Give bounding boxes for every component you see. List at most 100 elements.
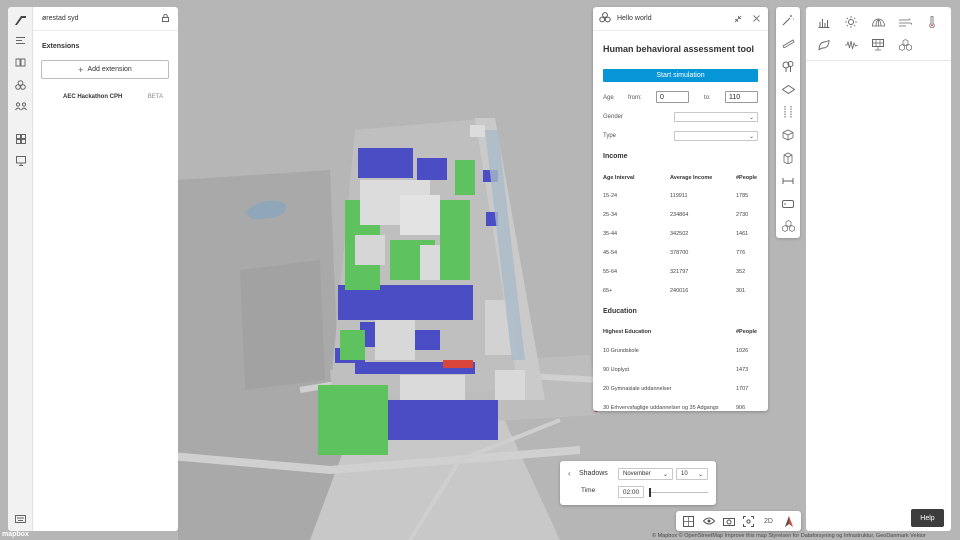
left-rail	[8, 7, 33, 531]
cell-people: 301	[736, 288, 746, 294]
box-icon[interactable]	[780, 127, 796, 143]
tool-strip	[776, 7, 800, 238]
cell-age: 25-34	[603, 212, 618, 218]
cell-people: 906	[736, 405, 746, 411]
sun-icon[interactable]	[844, 15, 858, 29]
shadows-panel: ‹ Shadows November ⌄ 10 ⌄ Time 02:00	[560, 461, 716, 505]
cluster-icon[interactable]	[780, 218, 796, 234]
view-toolbar: 2D	[676, 511, 801, 531]
cell-income: 321797	[670, 269, 689, 275]
lock-icon[interactable]	[162, 13, 169, 24]
add-extension-button[interactable]: + Add extension	[41, 60, 169, 79]
gender-label: Gender	[603, 114, 624, 120]
dome-icon[interactable]	[871, 15, 885, 29]
presentation-icon[interactable]	[13, 153, 28, 168]
map-attribution[interactable]: © Mapbox © OpenStreetMap Improve this ma…	[652, 533, 926, 539]
plus-icon: +	[78, 64, 84, 75]
type-select[interactable]: ⌄	[674, 131, 758, 141]
project-header: ørestad syd	[33, 7, 178, 31]
close-icon[interactable]	[750, 13, 762, 25]
analysis-icons-row-2	[817, 38, 925, 52]
day-select[interactable]: 10 ⌄	[676, 468, 708, 480]
extension-item[interactable]: AEC Hackathon CPH BETA	[63, 94, 163, 100]
education-title: Education	[603, 308, 637, 315]
gender-select[interactable]: ⌄	[674, 112, 758, 122]
cell-people: 1785	[736, 193, 749, 199]
grid-icon[interactable]	[13, 131, 28, 146]
cell-education: 20 Gymnasiale uddannelser	[603, 386, 672, 392]
ruler-icon[interactable]	[780, 35, 796, 51]
income-title: Income	[603, 153, 628, 160]
bar-chart-icon[interactable]	[817, 15, 831, 29]
map-view-icon[interactable]	[681, 514, 696, 528]
magic-wand-icon[interactable]	[780, 12, 796, 28]
time-label: Time	[581, 487, 596, 494]
analysis-panel	[806, 7, 951, 531]
extension-logo-icon	[599, 12, 611, 25]
logo-icon[interactable]	[13, 13, 28, 28]
dimension-icon[interactable]	[780, 104, 796, 120]
solar-panel-icon[interactable]	[871, 38, 885, 52]
chevron-down-icon: ⌄	[748, 114, 754, 121]
eco-icon[interactable]	[817, 38, 831, 52]
beta-badge: BETA	[147, 94, 163, 100]
time-slider-track[interactable]	[650, 492, 708, 493]
building-icon[interactable]	[780, 150, 796, 166]
tree-icon[interactable]	[780, 58, 796, 74]
cell-age: 15-24	[603, 193, 618, 199]
measure-icon[interactable]	[780, 173, 796, 189]
book-icon[interactable]	[13, 55, 28, 70]
help-button[interactable]: Help	[911, 509, 944, 527]
focus-icon[interactable]	[741, 514, 756, 528]
age-label: Age	[603, 95, 614, 101]
microclimate-icon[interactable]	[898, 38, 912, 52]
chevron-down-icon: ⌄	[697, 471, 703, 478]
camera-icon[interactable]	[721, 514, 736, 528]
layer-icon[interactable]	[780, 81, 796, 97]
people-icon[interactable]	[13, 99, 28, 114]
eye-icon[interactable]	[701, 514, 716, 528]
cell-people: 1473	[736, 367, 749, 373]
cell-people: 1707	[736, 386, 749, 392]
keyboard-icon[interactable]	[13, 511, 28, 526]
back-chevron-icon[interactable]: ‹	[568, 469, 571, 478]
noise-icon[interactable]	[844, 38, 858, 52]
age-to-input[interactable]	[725, 91, 758, 103]
start-simulation-button[interactable]: Start simulation	[603, 69, 758, 82]
thermometer-icon[interactable]	[925, 15, 939, 29]
wind-icon[interactable]	[898, 15, 912, 29]
project-name[interactable]: ørestad syd	[42, 15, 79, 22]
tag-icon[interactable]	[780, 196, 796, 212]
analysis-icon[interactable]	[13, 77, 28, 92]
extension-name: AEC Hackathon CPH	[63, 94, 123, 100]
tool-heading: Human behavioral assessment tool	[603, 44, 755, 54]
building-blue	[358, 148, 413, 178]
cell-age: 55-64	[603, 269, 618, 275]
chevron-down-icon: ⌄	[748, 133, 754, 140]
cell-age: 65+	[603, 288, 613, 294]
menu-icon[interactable]	[13, 33, 28, 48]
cell-income: 342502	[670, 231, 689, 237]
time-slider-thumb[interactable]	[649, 488, 651, 497]
analysis-icons-row-1	[817, 15, 952, 29]
building-red	[443, 360, 473, 368]
education-header-level: Highest Education	[603, 329, 652, 335]
shadows-title: Shadows	[579, 470, 608, 477]
divider	[806, 60, 951, 61]
cell-education: 30 Erhvervsfaglige uddannelser og 35 Adg…	[603, 405, 719, 411]
cell-age: 45-54	[603, 250, 618, 256]
cell-income: 119911	[670, 193, 688, 199]
panel-header: Hello world	[593, 7, 768, 31]
chevron-down-icon: ⌄	[662, 471, 668, 478]
north-arrow-icon[interactable]	[781, 514, 796, 528]
income-header-people: #People	[736, 175, 758, 181]
toggle-2d-button[interactable]: 2D	[761, 514, 776, 528]
building-blue-large	[338, 285, 473, 320]
minimize-icon[interactable]	[732, 13, 744, 25]
mapbox-logo: mapbox	[2, 531, 29, 538]
month-select[interactable]: November ⌄	[618, 468, 673, 480]
cell-education: 10 Grundskole	[603, 348, 639, 354]
age-from-input[interactable]	[656, 91, 689, 103]
income-header-age: Age Interval	[603, 175, 635, 181]
time-value[interactable]: 02:00	[618, 486, 644, 498]
